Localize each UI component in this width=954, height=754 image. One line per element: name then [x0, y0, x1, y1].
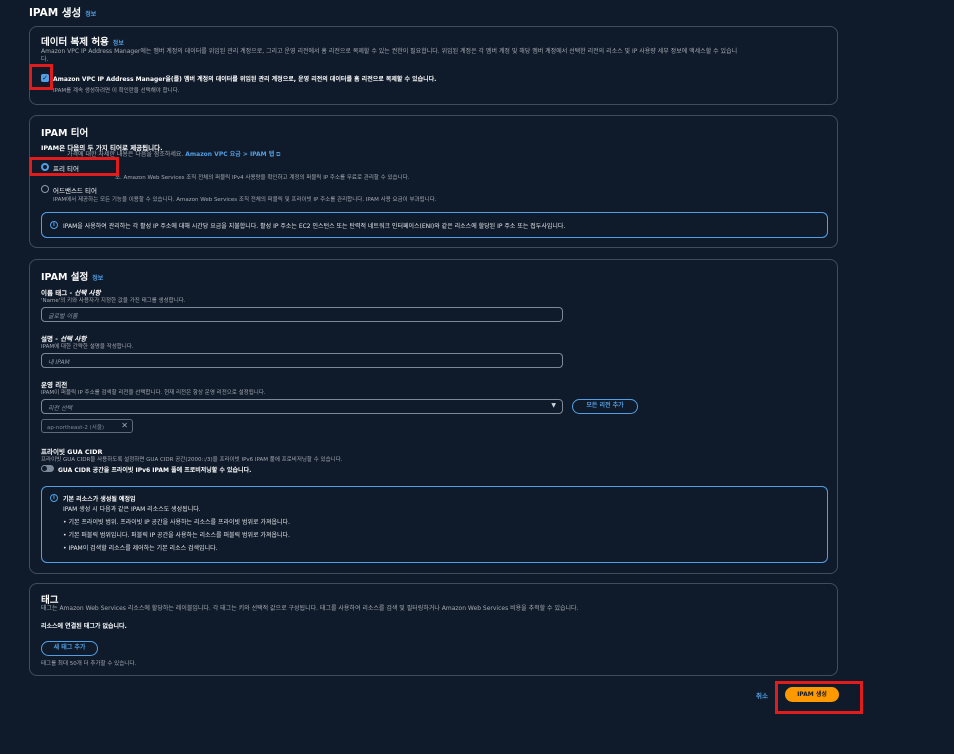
region-select[interactable]: 리전 선택 ▼ [41, 399, 563, 414]
free-tier-desc: 조. Amazon Web Services 조직 전체의 퍼블릭 IPv4 사… [115, 175, 410, 181]
page-title: IPAM 생성 정보 [29, 5, 96, 20]
free-tier-highlight [29, 157, 119, 176]
name-tag-input[interactable]: 글로벌 이름 [41, 307, 563, 322]
replication-description-cont: 다. [41, 56, 49, 63]
private-gua-hint: 프라이빗 GUA CIDR을 사용하도록 설정하면 GUA CIDR 공간(20… [41, 457, 343, 463]
operating-regions-hint: IPAM이 퍼블릭 IP 주소를 검색할 리전을 선택합니다. 현재 리전은 항… [41, 390, 266, 396]
tier-notice: i IPAM을 사용하여 관리하는 각 활성 IP 주소에 대해 시간당 요금을… [41, 212, 828, 238]
tier-notice-text: IPAM을 사용하여 관리하는 각 활성 IP 주소에 대해 시간당 요금을 지… [63, 223, 566, 230]
tier-panel: IPAM 티어 IPAM은 다음의 두 가지 티어로 제공됩니다. 가격에 대한… [29, 115, 838, 248]
private-gua-toggle-label: GUA CIDR 공간을 프라이빗 IPv6 IPAM 풀에 프로비저닝할 수 … [58, 467, 252, 474]
tags-description: 태그는 Amazon Web Services 리소스에 할당하는 레이블입니다… [41, 605, 579, 612]
settings-panel: IPAM 설정 정보 이름 태그 - 선택 사항 'Name'의 키와 사용자가 … [29, 259, 838, 574]
default-resources-title: 기본 리소스가 생성될 예정임 [63, 496, 136, 503]
replication-title-text: 데이터 복제 허용 [41, 37, 109, 48]
list-item: • 기본 퍼블릭 범위입니다. 퍼블릭 IP 공간을 사용하는 리소스를 퍼블릭… [63, 532, 290, 539]
name-tag-hint: 'Name'의 키와 사용자가 지정한 값을 가진 태그를 생성합니다. [41, 298, 186, 304]
list-item: • 기본 프라이빗 범위. 프라이빗 IP 공간을 사용하는 리소스를 프라이빗… [63, 519, 290, 526]
region-token: ap-northeast-2 (서울) ✕ [41, 419, 133, 433]
list-item: • IPAM이 검색할 리소스를 제어하는 기본 리소스 검색입니다. [63, 545, 218, 552]
remove-token-icon[interactable]: ✕ [121, 421, 128, 430]
tier-title: IPAM 티어 [41, 128, 89, 139]
page-title-text: IPAM 생성 [29, 7, 82, 19]
tags-hint: 태그를 최대 50개 더 추가할 수 있습니다. [41, 661, 137, 667]
advanced-tier-desc: IPAM에서 제공하는 모든 기능을 이용할 수 있습니다. Amazon We… [53, 197, 437, 203]
list-item-text: 기본 프라이빗 범위. 프라이빗 IP 공간을 사용하는 리소스를 프라이빗 범… [68, 519, 290, 526]
region-select-placeholder: 리전 선택 [48, 405, 72, 412]
info-icon: i [50, 494, 58, 502]
description-hint: IPAM에 대한 간략한 설명을 작성합니다. [41, 344, 134, 350]
region-token-text: ap-northeast-2 (서울) [47, 425, 105, 431]
default-resources-subtitle: IPAM 생성 시 다음과 같은 IPAM 리소스도 생성됩니다. [63, 506, 201, 513]
advanced-tier-radio[interactable] [41, 185, 49, 193]
chevron-down-icon: ▼ [551, 402, 556, 409]
replication-checkbox-hint: IPAM를 계속 생성하려면 이 확인란을 선택해야 합니다. [53, 88, 180, 94]
advanced-tier-label: 어드밴스드 티어 [53, 187, 97, 195]
tags-panel: 태그 태그는 Amazon Web Services 리소스에 할당하는 레이블… [29, 583, 838, 676]
external-link-icon: ⧉ [276, 151, 281, 158]
replication-checkbox-label: Amazon VPC IP Address Manager을(를) 멤버 계정의… [53, 76, 437, 83]
pricing-link[interactable]: Amazon VPC 요금 > IPAM 탭 [185, 151, 274, 158]
cancel-button[interactable]: 취소 [756, 690, 768, 700]
create-button-highlight [775, 681, 863, 714]
description-input[interactable]: 내 IPAM [41, 353, 563, 368]
replication-panel: 데이터 복제 허용 정보 Amazon VPC IP Address Manage… [29, 26, 838, 105]
info-icon: i [50, 221, 58, 229]
tags-title: 태그 [41, 595, 59, 606]
replication-title: 데이터 복제 허용 정보 [41, 34, 124, 48]
page-info-link[interactable]: 정보 [85, 11, 96, 18]
add-all-regions-button[interactable]: 모든 리전 추가 [572, 399, 638, 414]
replication-description: Amazon VPC IP Address Manager에는 멤버 계정의 데… [41, 48, 738, 55]
settings-title-text: IPAM 설정 [41, 272, 89, 283]
add-tag-button[interactable]: 새 태그 추가 [41, 641, 98, 656]
replication-info-link[interactable]: 정보 [113, 40, 124, 47]
default-resources-notice: i 기본 리소스가 생성될 예정임 IPAM 생성 시 다음과 같은 IPAM … [41, 486, 828, 563]
settings-info-link[interactable]: 정보 [92, 275, 103, 282]
tags-empty-message: 리소스에 연결된 태그가 없습니다. [41, 623, 127, 630]
settings-title: IPAM 설정 정보 [41, 269, 103, 283]
list-item-text: IPAM이 검색할 리소스를 제어하는 기본 리소스 검색입니다. [68, 545, 218, 552]
private-gua-toggle[interactable] [41, 465, 54, 472]
checkbox-highlight [29, 64, 53, 90]
list-item-text: 기본 퍼블릭 범위입니다. 퍼블릭 IP 공간을 사용하는 리소스를 퍼블릭 범… [68, 532, 290, 539]
